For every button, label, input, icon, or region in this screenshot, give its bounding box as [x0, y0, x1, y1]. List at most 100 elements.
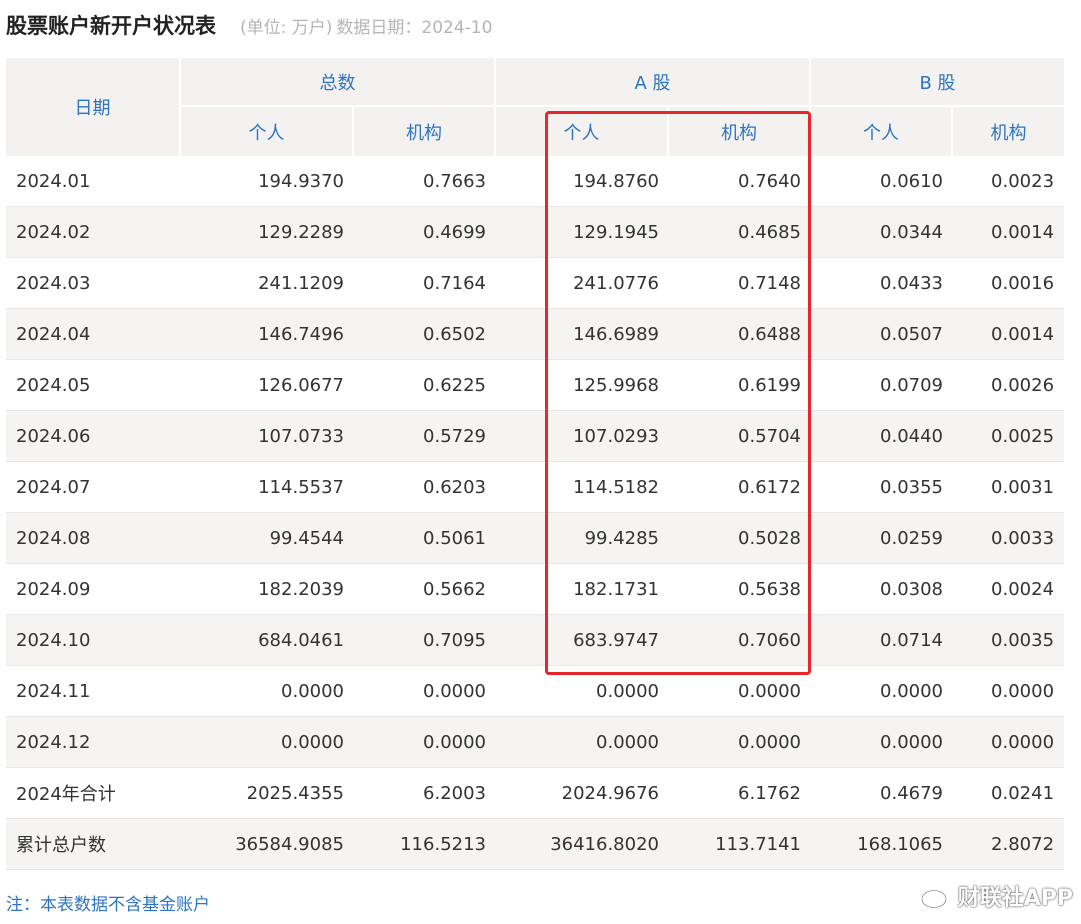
table-row: 2024.02 129.2289 0.4699 129.1945 0.4685 0.034… [6, 207, 1065, 258]
cell-total-institution: 116.5213 [354, 819, 496, 870]
cell-total-institution: 0.0000 [354, 717, 496, 768]
header-total-institution: 机构 [354, 107, 496, 156]
row-date: 2024.07 [6, 462, 181, 513]
cell-a-institution: 0.6199 [669, 360, 812, 411]
cell-a-individual: 36416.8020 [496, 819, 669, 870]
cell-total-institution: 0.6502 [354, 309, 496, 360]
cell-total-institution: 6.2003 [354, 768, 496, 819]
header-date: 日期 [6, 58, 181, 156]
cell-b-individual: 0.0433 [811, 258, 954, 309]
row-date: 2024.12 [6, 717, 181, 768]
table-row: 2024.04 146.7496 0.6502 146.6989 0.6488 0.050… [6, 309, 1065, 360]
cell-b-individual: 0.0709 [811, 360, 954, 411]
cell-a-individual: 114.5182 [496, 462, 669, 513]
cell-a-individual: 107.0293 [496, 411, 669, 462]
table-row: 2024.03 241.1209 0.7164 241.0776 0.7148 0.043… [6, 258, 1065, 309]
cell-a-individual: 146.6989 [496, 309, 669, 360]
cell-a-institution: 0.0000 [669, 717, 812, 768]
account-table: 日期 总数 A 股 B 股 个人 机构 个人 机构 个人 机构 2024.01 1… [6, 58, 1065, 870]
cell-b-individual: 0.0610 [811, 156, 954, 207]
cell-b-individual: 0.0714 [811, 615, 954, 666]
cell-b-individual: 0.0000 [811, 717, 954, 768]
cell-b-institution: 0.0014 [953, 309, 1065, 360]
cell-b-individual: 0.0440 [811, 411, 954, 462]
cell-a-individual: 0.0000 [496, 666, 669, 717]
row-date: 2024.01 [6, 156, 181, 207]
cell-total-institution: 0.7663 [354, 156, 496, 207]
cell-a-institution: 0.7640 [669, 156, 812, 207]
page-title: 股票账户新开户状况表 [6, 14, 216, 38]
cell-a-individual: 0.0000 [496, 717, 669, 768]
cell-total-institution: 0.0000 [354, 666, 496, 717]
cell-b-individual: 0.0355 [811, 462, 954, 513]
cell-b-individual: 0.0259 [811, 513, 954, 564]
date-value: 2024-10 [421, 17, 493, 38]
cell-b-institution: 0.0031 [953, 462, 1065, 513]
subtitle: (单位: 万户) 数据日期：2024-10 [240, 13, 492, 38]
table-row: 2024.12 0.0000 0.0000 0.0000 0.0000 0.0000 0.0… [6, 717, 1065, 768]
watermark: 财联社APP [920, 880, 1073, 912]
cell-a-institution: 113.7141 [669, 819, 812, 870]
table-body: 2024.01 194.9370 0.7663 194.8760 0.7640 0.061… [6, 156, 1065, 870]
row-date: 2024.11 [6, 666, 181, 717]
header-a-institution: 机构 [669, 107, 812, 156]
cell-a-individual: 129.1945 [496, 207, 669, 258]
cell-a-institution: 0.7148 [669, 258, 812, 309]
cell-b-institution: 0.0024 [953, 564, 1065, 615]
cell-b-institution: 0.0014 [953, 207, 1065, 258]
cell-total-institution: 0.5729 [354, 411, 496, 462]
cell-total-individual: 126.0677 [181, 360, 354, 411]
footnote: 注：本表数据不含基金账户 [6, 895, 210, 915]
cell-total-institution: 0.7164 [354, 258, 496, 309]
cell-total-individual: 99.4544 [181, 513, 354, 564]
cell-a-institution: 0.5704 [669, 411, 812, 462]
cell-total-institution: 0.6225 [354, 360, 496, 411]
cell-b-institution: 2.8072 [953, 819, 1065, 870]
table-row: 2024.11 0.0000 0.0000 0.0000 0.0000 0.0000 0.0… [6, 666, 1065, 717]
cell-total-individual: 36584.9085 [181, 819, 354, 870]
header-total-individual: 个人 [181, 107, 354, 156]
table-row: 2024.01 194.9370 0.7663 194.8760 0.7640 0.061… [6, 156, 1065, 207]
cell-b-institution: 0.0023 [953, 156, 1065, 207]
cell-b-individual: 0.0000 [811, 666, 954, 717]
cell-a-institution: 0.7060 [669, 615, 812, 666]
cell-a-individual: 125.9968 [496, 360, 669, 411]
row-date: 2024.03 [6, 258, 181, 309]
cell-a-institution: 0.4685 [669, 207, 812, 258]
table-row: 2024.09 182.2039 0.5662 182.1731 0.5638 0.030… [6, 564, 1065, 615]
table-row: 2024.05 126.0677 0.6225 125.9968 0.6199 0.070… [6, 360, 1065, 411]
header-b-individual: 个人 [811, 107, 954, 156]
cell-total-individual: 107.0733 [181, 411, 354, 462]
header-row-groups: 日期 总数 A 股 B 股 [6, 58, 1065, 156]
cell-total-institution: 0.5662 [354, 564, 496, 615]
cell-b-individual: 0.0507 [811, 309, 954, 360]
unit-label: (单位: 万户) [240, 17, 333, 38]
row-date: 2024.02 [6, 207, 181, 258]
cell-a-individual: 194.8760 [496, 156, 669, 207]
cell-total-individual: 0.0000 [181, 666, 354, 717]
weibo-icon [920, 885, 952, 909]
row-date: 2024.04 [6, 309, 181, 360]
table-row: 2024.08 99.4544 0.5061 99.4285 0.5028 0.0259 0… [6, 513, 1065, 564]
cell-total-individual: 684.0461 [181, 615, 354, 666]
cell-b-institution: 0.0016 [953, 258, 1065, 309]
cell-total-individual: 114.5537 [181, 462, 354, 513]
table-row: 累计总户数 36584.9085 116.5213 36416.8020 113.714… [6, 819, 1065, 870]
cell-total-individual: 194.9370 [181, 156, 354, 207]
row-date: 2024.08 [6, 513, 181, 564]
table-row: 2024年合计 2025.4355 6.2003 2024.9676 6.1762 0.4… [6, 768, 1065, 819]
cell-total-individual: 241.1209 [181, 258, 354, 309]
header-group-total: 总数 [181, 58, 496, 107]
cell-a-institution: 0.5028 [669, 513, 812, 564]
watermark-text: 财联社APP [957, 886, 1073, 911]
cell-a-individual: 683.9747 [496, 615, 669, 666]
title-row: 股票账户新开户状况表 (单位: 万户) 数据日期：2024-10 [6, 8, 492, 42]
cell-total-individual: 146.7496 [181, 309, 354, 360]
cell-b-institution: 0.0241 [953, 768, 1065, 819]
table-row: 2024.07 114.5537 0.6203 114.5182 0.6172 0.035… [6, 462, 1065, 513]
cell-b-institution: 0.0025 [953, 411, 1065, 462]
table-row: 2024.06 107.0733 0.5729 107.0293 0.5704 0.044… [6, 411, 1065, 462]
cell-b-individual: 0.4679 [811, 768, 954, 819]
row-date: 2024年合计 [6, 768, 181, 819]
cell-total-individual: 2025.4355 [181, 768, 354, 819]
